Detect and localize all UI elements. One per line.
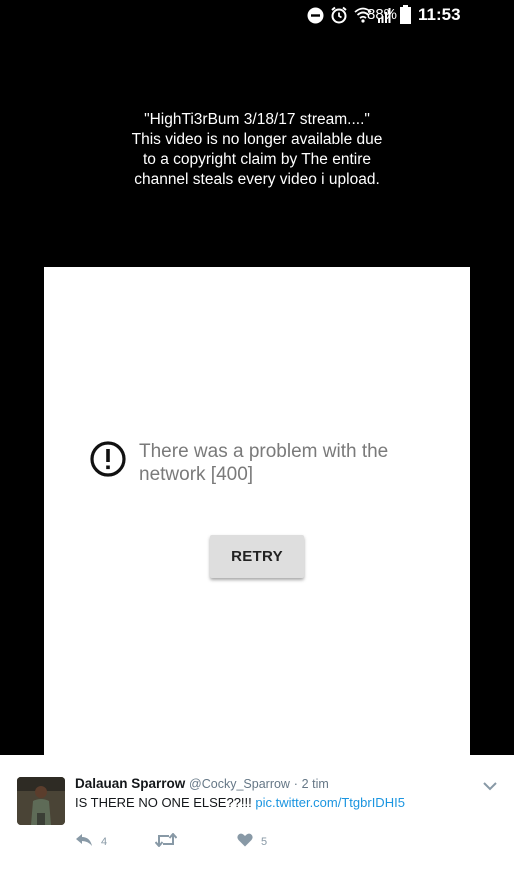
network-error-dialog: There was a problem with the network [40… [44, 267, 470, 755]
reply-icon[interactable] [75, 833, 93, 850]
clock-time: 11:53 [418, 5, 461, 24]
message-line: This video is no longer available due [131, 131, 383, 148]
display-name[interactable]: Dalauan Sparrow [75, 776, 185, 791]
error-line: There was a problem with the [139, 441, 389, 462]
chevron-down-icon[interactable] [483, 778, 497, 791]
separator: · [293, 777, 298, 791]
battery-percent: 88% [367, 6, 398, 23]
alert-circle-icon [90, 441, 126, 477]
retweet-action[interactable] [154, 832, 185, 850]
like-count: 5 [261, 835, 268, 848]
reply-action[interactable]: 4 [75, 833, 107, 850]
tweet[interactable]: Dalauan Sparrow @Cocky_Sparrow · 2 tim I… [0, 755, 514, 872]
user-handle[interactable]: @Cocky_Sparrow [189, 777, 290, 791]
video-player-area: 88% 11:53 "HighTi3rBum 3/18/17 stream...… [0, 0, 514, 755]
heart-icon[interactable] [237, 833, 253, 850]
message-line: to a copyright claim by The entire [142, 151, 372, 168]
tweet-body: IS THERE NO ONE ELSE??!!! [75, 795, 252, 810]
retry-button[interactable]: RETRY [210, 535, 304, 578]
reply-count: 4 [101, 835, 108, 848]
avatar[interactable] [17, 777, 65, 825]
alarm-icon [330, 6, 348, 24]
do-not-disturb-icon [307, 7, 324, 24]
error-message: There was a problem with the network [40… [139, 440, 439, 486]
tweet-header: Dalauan Sparrow @Cocky_Sparrow · 2 tim [75, 776, 329, 791]
message-line: "HighTi3rBum 3/18/17 stream...." [144, 111, 370, 128]
status-bar: 88% 11:53 [0, 0, 514, 30]
message-line: channel steals every video i upload. [134, 171, 380, 188]
tweet-link[interactable]: pic.twitter.com/TtgbrIDHI5 [255, 795, 405, 810]
error-line: network [400] [139, 464, 254, 485]
battery-icon [400, 5, 411, 29]
like-action[interactable]: 5 [237, 833, 267, 850]
tweet-time[interactable]: 2 tim [302, 777, 329, 791]
copyright-message: "HighTi3rBum 3/18/17 stream...." This vi… [90, 110, 424, 190]
tweet-text: IS THERE NO ONE ELSE??!!! pic.twitter.co… [75, 795, 405, 810]
retweet-icon[interactable] [154, 832, 178, 850]
